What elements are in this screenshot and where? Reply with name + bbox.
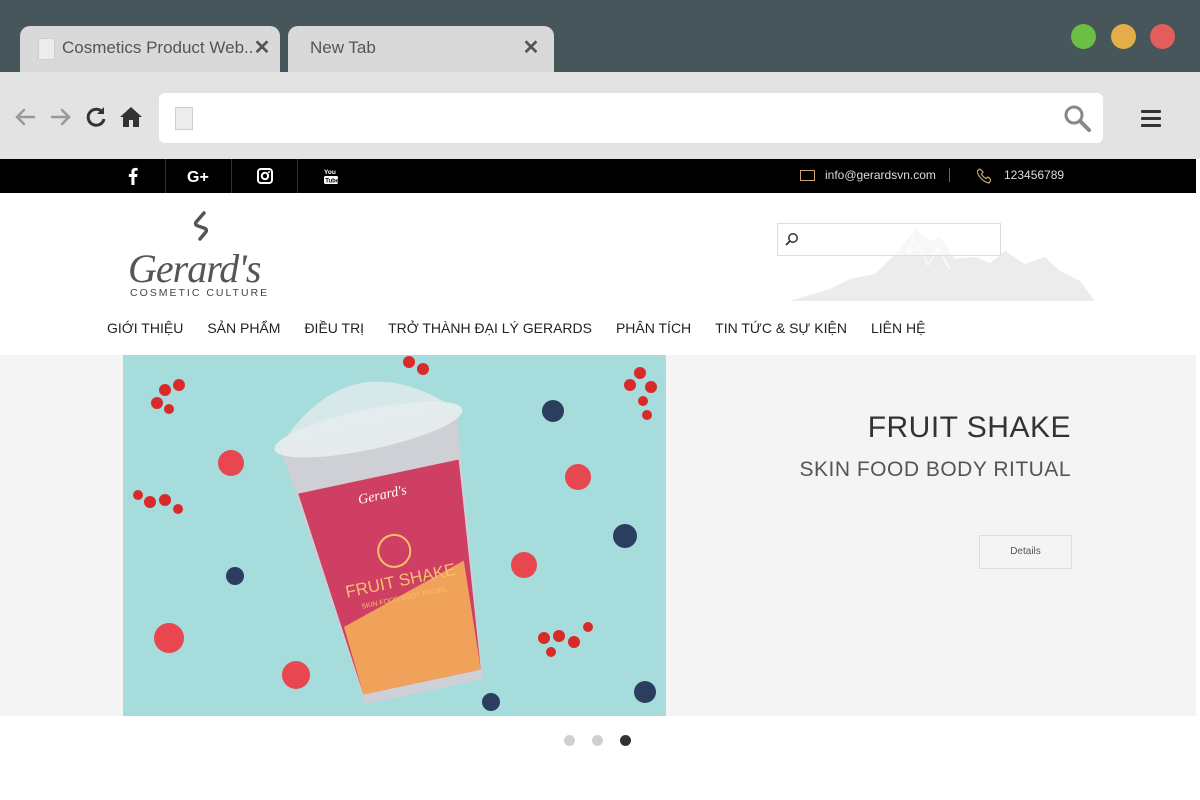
hero-product-image: Gerard's FRUIT SHAKE SKIN FOOD BODY RITU… — [123, 355, 666, 716]
tab-title: New Tab — [310, 38, 376, 57]
logo-tagline: COSMETIC CULTURE — [130, 287, 270, 299]
address-bar[interactable] — [159, 93, 1103, 143]
hamburger-menu-icon[interactable] — [1141, 110, 1161, 128]
maximize-button[interactable] — [1071, 24, 1096, 49]
top-contact-bar: G+ You Tube info@gerardsvn.com 123456789 — [0, 159, 1196, 193]
contact-phone[interactable]: 123456789 — [1004, 168, 1064, 182]
search-icon[interactable] — [1063, 104, 1091, 132]
nav-item-analysis[interactable]: PHÂN TÍCH — [616, 320, 691, 336]
brand-logo[interactable]: Gerard's COSMETIC CULTURE — [128, 211, 276, 301]
close-tab-icon[interactable]: ✕ — [521, 36, 541, 60]
carousel-dot-2[interactable] — [592, 735, 603, 746]
carousel-pagination — [564, 735, 631, 746]
nav-item-products[interactable]: SẢN PHẨM — [207, 320, 280, 336]
browser-toolbar — [0, 72, 1200, 159]
forward-arrow-icon[interactable] — [48, 104, 74, 130]
logo-mark-icon — [193, 211, 209, 241]
divider — [949, 168, 950, 182]
nav-item-become-agent[interactable]: TRỞ THÀNH ĐẠI LÝ GERARDS — [388, 320, 592, 336]
document-icon — [38, 38, 55, 60]
home-icon[interactable] — [118, 104, 144, 130]
svg-text:Tube: Tube — [325, 179, 339, 185]
hero-slider: Gerard's FRUIT SHAKE SKIN FOOD BODY RITU… — [0, 355, 1196, 716]
reload-icon[interactable] — [83, 104, 109, 130]
details-button[interactable]: Details — [979, 535, 1072, 569]
fruit-shake-cup-illustration: Gerard's FRUIT SHAKE SKIN FOOD BODY RITU… — [133, 356, 657, 711]
website: G+ You Tube info@gerardsvn.com 123456789 … — [0, 159, 1196, 800]
close-tab-icon[interactable]: ✕ — [252, 36, 272, 60]
youtube-icon[interactable]: You Tube — [298, 159, 364, 193]
tab-title: Cosmetics Product Web.. — [62, 38, 252, 57]
tab-cosmetics[interactable]: Cosmetics Product Web.. ✕ — [20, 26, 280, 72]
nav-item-contact[interactable]: LIÊN HỆ — [871, 320, 925, 336]
google-plus-icon[interactable]: G+ — [166, 159, 232, 193]
facebook-icon[interactable] — [100, 159, 166, 193]
document-icon — [175, 107, 193, 130]
hero-subtitle: SKIN FOOD BODY RITUAL — [799, 458, 1071, 481]
svg-text:You: You — [324, 169, 336, 176]
phone-icon — [977, 168, 991, 184]
hero-title: FRUIT SHAKE — [867, 411, 1071, 444]
close-window-button[interactable] — [1150, 24, 1175, 49]
logo-wordmark: Gerard's — [128, 246, 261, 291]
svg-text:G+: G+ — [187, 169, 209, 184]
contact-email[interactable]: info@gerardsvn.com — [825, 168, 936, 182]
search-icon — [785, 233, 798, 246]
minimize-button[interactable] — [1111, 24, 1136, 49]
mail-icon — [800, 170, 815, 181]
site-search-input[interactable] — [777, 223, 1001, 256]
nav-item-about[interactable]: GIỚI THIỆU — [107, 320, 183, 336]
browser-titlebar: Cosmetics Product Web.. ✕ New Tab ✕ — [0, 0, 1200, 72]
main-navigation: GIỚI THIỆU SẢN PHẨM ĐIỀU TRỊ TRỞ THÀNH Đ… — [107, 320, 949, 336]
tab-new-tab[interactable]: New Tab ✕ — [288, 26, 554, 72]
carousel-dot-3[interactable] — [620, 735, 631, 746]
back-arrow-icon[interactable] — [12, 104, 38, 130]
carousel-dot-1[interactable] — [564, 735, 575, 746]
nav-item-treatment[interactable]: ĐIỀU TRỊ — [304, 320, 364, 336]
instagram-icon[interactable] — [232, 159, 298, 193]
nav-item-news-events[interactable]: TIN TỨC & SỰ KIỆN — [715, 320, 847, 336]
